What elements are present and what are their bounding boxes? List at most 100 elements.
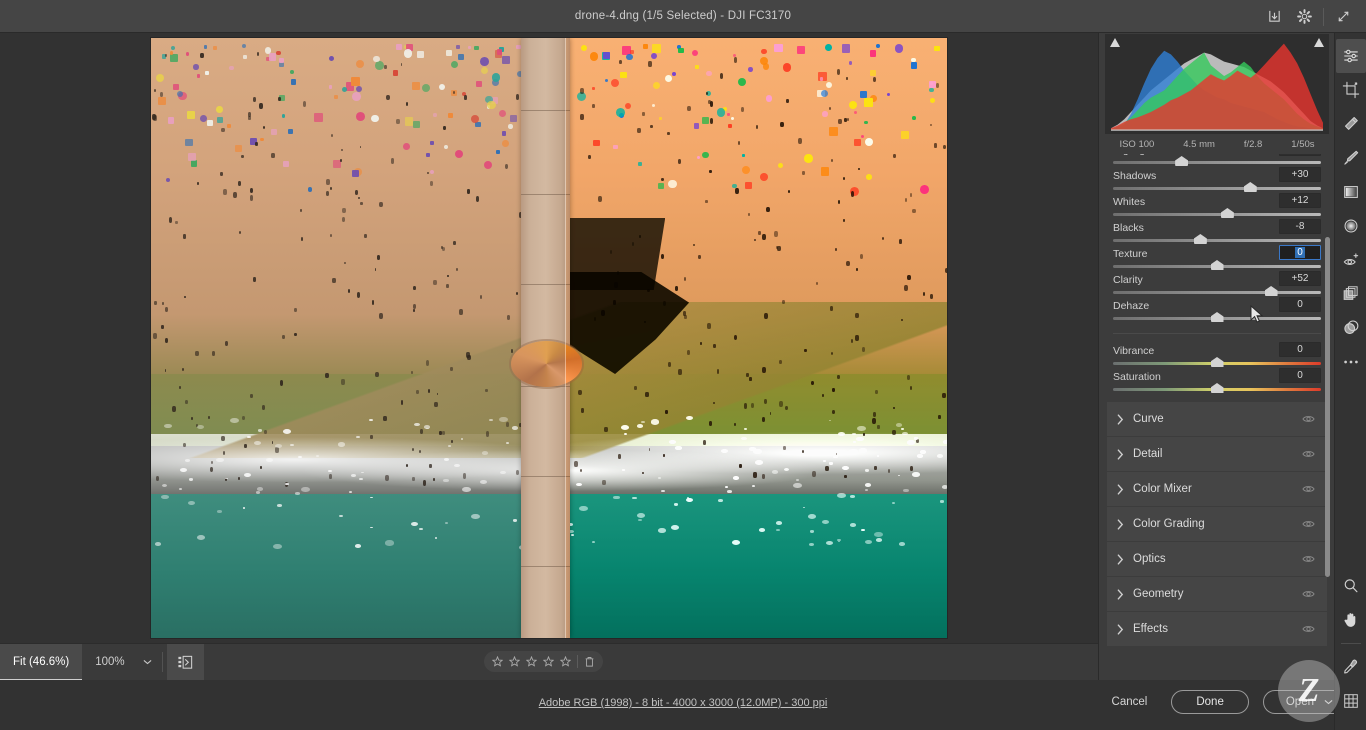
- slider-value-vibrance[interactable]: 0: [1279, 342, 1321, 357]
- visibility-eye-icon[interactable]: [1302, 554, 1315, 564]
- slider-handle-texture[interactable]: [1210, 260, 1224, 270]
- beach-person: [164, 337, 169, 343]
- slider-track-shadows[interactable]: [1113, 187, 1321, 190]
- section-curve[interactable]: Curve: [1107, 402, 1327, 436]
- slider-handle-blacks[interactable]: [1193, 234, 1207, 244]
- beach-person: [241, 154, 244, 158]
- slider-clarity[interactable]: Clarity +52: [1113, 271, 1321, 298]
- section-effects[interactable]: Effects: [1107, 612, 1327, 646]
- slider-track-clarity[interactable]: [1113, 291, 1321, 294]
- red-eye-icon[interactable]: [1336, 243, 1366, 277]
- edit-scroll-area[interactable]: Highlights -33 Shadows +30 Whites +12 Blacks -8…: [1099, 154, 1335, 680]
- spot-removal-icon[interactable]: [1336, 107, 1366, 141]
- slider-handle-shadows[interactable]: [1243, 182, 1257, 192]
- slider-handle-saturation[interactable]: [1210, 383, 1224, 393]
- star-1[interactable]: [489, 651, 506, 672]
- delete-icon[interactable]: [581, 651, 598, 672]
- slider-blacks[interactable]: Blacks -8: [1113, 219, 1321, 246]
- panel-scrollbar[interactable]: [1325, 237, 1330, 577]
- section-color-mixer[interactable]: Color Mixer: [1107, 472, 1327, 506]
- slider-value-clarity[interactable]: +52: [1279, 271, 1321, 286]
- slider-track-blacks[interactable]: [1113, 239, 1321, 242]
- slider-track-highlights[interactable]: [1113, 161, 1321, 164]
- crop-icon[interactable]: [1336, 73, 1366, 107]
- star-4[interactable]: [540, 651, 557, 672]
- slider-label-whites: Whites: [1113, 196, 1146, 208]
- slider-value-saturation[interactable]: 0: [1279, 368, 1321, 383]
- eyedropper-icon[interactable]: [1336, 650, 1366, 684]
- slider-handle-vibrance[interactable]: [1210, 357, 1224, 367]
- fullscreen-icon[interactable]: [1328, 0, 1358, 33]
- photo-preview[interactable]: [151, 38, 947, 638]
- beach-umbrella: [515, 44, 521, 50]
- slider-label-blacks: Blacks: [1113, 222, 1144, 234]
- histogram[interactable]: [1105, 34, 1329, 134]
- slider-dehaze[interactable]: Dehaze 0: [1113, 297, 1321, 324]
- zoom-100-tab[interactable]: 100%: [82, 644, 137, 681]
- visibility-eye-icon[interactable]: [1302, 589, 1315, 599]
- star-2[interactable]: [506, 651, 523, 672]
- slider-handle-highlights[interactable]: [1175, 156, 1189, 166]
- filmstrip-toggle-icon[interactable]: [166, 643, 204, 681]
- section-color-grading[interactable]: Color Grading: [1107, 507, 1327, 541]
- visibility-eye-icon[interactable]: [1302, 414, 1315, 424]
- grid-overlay-icon[interactable]: [1336, 684, 1366, 718]
- beach-person: [383, 416, 387, 421]
- slider-texture[interactable]: Texture 0: [1113, 245, 1321, 272]
- settings-gear-icon[interactable]: [1289, 0, 1319, 33]
- beach-person: [221, 435, 225, 441]
- slider-track-whites[interactable]: [1113, 213, 1321, 216]
- visibility-eye-icon[interactable]: [1302, 624, 1315, 634]
- hand-tool-icon[interactable]: [1336, 603, 1366, 637]
- image-canvas-area[interactable]: [0, 33, 1098, 643]
- slider-value-dehaze[interactable]: 0: [1279, 297, 1321, 312]
- presets-icon[interactable]: [1336, 311, 1366, 345]
- section-geometry[interactable]: Geometry: [1107, 577, 1327, 611]
- slider-value-highlights[interactable]: -33: [1279, 154, 1321, 156]
- slider-value-texture[interactable]: 0: [1279, 245, 1321, 260]
- before-after-divider[interactable]: [564, 38, 566, 638]
- beach-umbrella: [355, 85, 362, 92]
- zoom-fit-tab[interactable]: Fit (46.6%): [0, 643, 83, 681]
- slider-whites[interactable]: Whites +12: [1113, 193, 1321, 220]
- slider-vibrance[interactable]: Vibrance 0: [1113, 342, 1321, 369]
- cancel-button[interactable]: Cancel: [1102, 690, 1158, 714]
- slider-shadows[interactable]: Shadows +30: [1113, 167, 1321, 194]
- star-rating-control[interactable]: [484, 651, 603, 672]
- more-options-icon[interactable]: [1336, 345, 1366, 379]
- surf-foam: [480, 479, 487, 484]
- visibility-eye-icon[interactable]: [1302, 519, 1315, 529]
- graduated-filter-icon[interactable]: [1336, 175, 1366, 209]
- star-5[interactable]: [557, 651, 574, 672]
- radial-filter-icon[interactable]: [1336, 209, 1366, 243]
- masks-icon[interactable]: [1336, 277, 1366, 311]
- chevron-right-icon: [1107, 413, 1133, 425]
- beach-umbrella: [411, 81, 421, 90]
- zoom-dropdown-chevron[interactable]: [138, 644, 158, 681]
- slider-handle-clarity[interactable]: [1264, 286, 1278, 296]
- beach-umbrella: [467, 45, 472, 50]
- surf-foam: [229, 417, 239, 424]
- slider-saturation[interactable]: Saturation 0: [1113, 368, 1321, 395]
- save-image-icon[interactable]: [1259, 0, 1289, 33]
- visibility-eye-icon[interactable]: [1302, 449, 1315, 459]
- section-optics[interactable]: Optics: [1107, 542, 1327, 576]
- slider-value-shadows[interactable]: +30: [1279, 167, 1321, 182]
- slider-highlights[interactable]: Highlights -33: [1113, 154, 1321, 168]
- done-button[interactable]: Done: [1171, 690, 1249, 714]
- slider-value-whites[interactable]: +12: [1279, 193, 1321, 208]
- slider-handle-whites[interactable]: [1220, 208, 1234, 218]
- zoom-tool-icon[interactable]: [1336, 569, 1366, 603]
- edit-sliders-icon[interactable]: [1335, 39, 1366, 73]
- section-detail[interactable]: Detail: [1107, 437, 1327, 471]
- beach-person: [354, 189, 359, 195]
- slider-handle-dehaze[interactable]: [1210, 312, 1224, 322]
- adjustment-brush-icon[interactable]: [1336, 141, 1366, 175]
- exif-info-bar[interactable]: ISO 100 4.5 mm f/2.8 1/50s: [1105, 134, 1329, 154]
- surf-foam: [272, 543, 282, 550]
- star-3[interactable]: [523, 651, 540, 672]
- slider-value-blacks[interactable]: -8: [1279, 219, 1321, 234]
- histogram-baseline: [1111, 129, 1323, 131]
- visibility-eye-icon[interactable]: [1302, 484, 1315, 494]
- beach-umbrella: [207, 120, 214, 127]
